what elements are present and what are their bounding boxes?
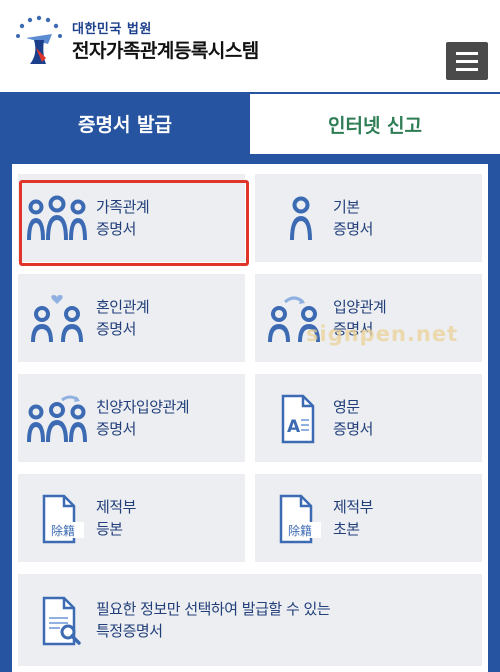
card-title: 제적부 [96,498,136,516]
card-basic-certificate[interactable]: 기본 증명서 [255,174,482,262]
certificate-panel: 가족관계 증명서 기본 증명서 혼인관계 증명서 입양관계 증명서 친양자입양관… [0,154,500,672]
card-title: 가족관계 [96,198,150,216]
family-people-icon [27,195,87,240]
svg-text:除籍: 除籍 [288,523,312,538]
system-title[interactable]: 전자가족관계등록시스템 [72,36,259,63]
card-title: 혼인관계 [96,298,150,316]
tab-internet-report[interactable]: 인터넷 신고 [250,92,500,154]
card-title: 필요한 정보만 선택하여 발급할 수 있는 [96,600,331,618]
svg-text:除籍: 除籍 [51,523,75,538]
card-title: 입양관계 [333,298,387,316]
card-title: 제적부 [333,498,373,516]
register-document-icon: 除籍 [279,494,321,544]
card-title: 기본 [333,198,360,216]
card-subtitle: 증명서 [333,220,373,238]
card-title: 영문 [333,398,360,416]
adoption-couple-icon [268,296,320,342]
card-title: 친양자입양관계 [96,398,190,416]
court-name: 대한민국 법원 [72,22,152,37]
single-person-icon [290,196,312,240]
marriage-couple-icon [31,295,83,342]
card-marriage-relation-certificate[interactable]: 혼인관계 증명서 [18,274,245,362]
card-subtitle: 증명서 [333,420,373,438]
english-document-icon: A [281,394,315,444]
card-specific-certificate[interactable]: 필요한 정보만 선택하여 발급할 수 있는 특정증명서 [18,574,482,666]
full-adoption-family-icon [27,395,87,442]
svg-text:A: A [287,417,301,437]
tab-certificate-issue[interactable]: 증명서 발급 [0,92,250,154]
card-subtitle: 특정증명서 [96,622,163,640]
hamburger-menu-button[interactable] [446,42,488,80]
card-subtitle: 증명서 [96,220,136,238]
card-subtitle: 증명서 [96,420,136,438]
card-subtitle: 초본 [333,520,360,538]
hamburger-menu-icon [456,51,478,55]
card-subtitle: 증명서 [333,320,373,338]
document-search-icon [42,596,81,646]
card-adoption-relation-certificate[interactable]: 입양관계 증명서 [255,274,482,362]
tab-bar: 증명서 발급 인터넷 신고 [0,92,500,154]
site-header: 대한민국 법원 전자가족관계등록시스템 [0,0,500,92]
card-family-relation-certificate[interactable]: 가족관계 증명서 [18,174,245,262]
card-english-certificate[interactable]: A 영문 증명서 [255,374,482,462]
court-logo-icon[interactable] [12,14,68,70]
card-subtitle: 등본 [96,520,123,538]
card-register-extract[interactable]: 除籍 제적부 초본 [255,474,482,562]
register-document-icon: 除籍 [42,494,84,544]
card-subtitle: 증명서 [96,320,136,338]
card-register-transcript[interactable]: 除籍 제적부 등본 [18,474,245,562]
certificate-grid: 가족관계 증명서 기본 증명서 혼인관계 증명서 입양관계 증명서 친양자입양관… [12,164,488,672]
card-full-adoption-relation-certificate[interactable]: 친양자입양관계 증명서 [18,374,245,462]
